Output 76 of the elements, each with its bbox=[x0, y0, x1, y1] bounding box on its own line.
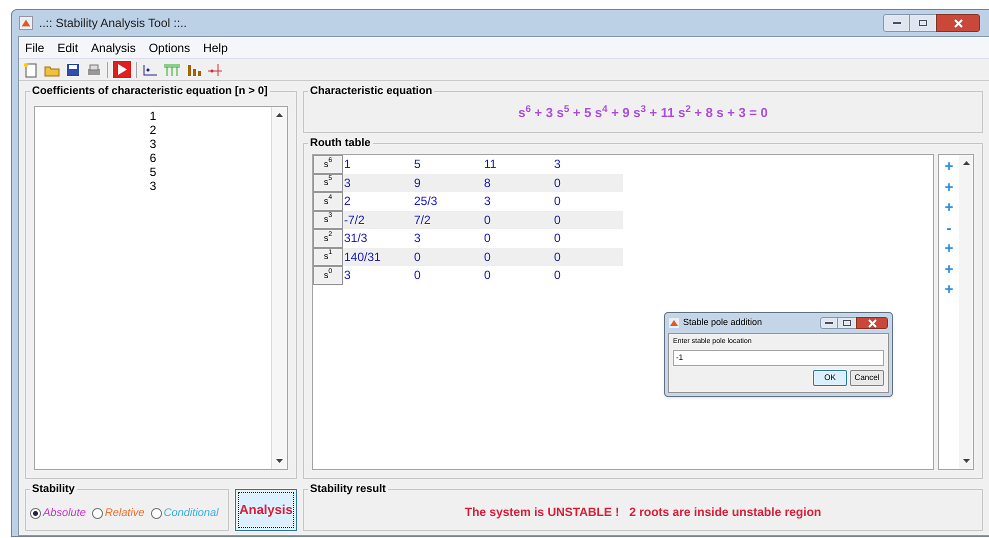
sign-symbol: - bbox=[946, 218, 952, 238]
table-cell: 0 bbox=[483, 248, 553, 266]
close-icon[interactable] bbox=[936, 14, 980, 32]
menu-item[interactable]: Options bbox=[148, 38, 190, 56]
equation-text: s$^{6}$ + 3 s$^{5}$ + 5 s$^{4}$ + 9 s$^{3}$ + 11 s$^{2}$ + 8 s + 3 = 0 bbox=[518, 103, 768, 122]
save-icon[interactable] bbox=[65, 62, 81, 78]
row-header: s$^{6}$ bbox=[313, 155, 343, 174]
plot-icon[interactable] bbox=[142, 62, 158, 76]
coefficient-value: 6 bbox=[150, 151, 156, 165]
coefficient-value: 5 bbox=[150, 165, 156, 179]
coefficient-value: 2 bbox=[150, 123, 156, 137]
radio-option[interactable]: Absolute bbox=[30, 504, 86, 522]
menu-item[interactable]: Edit bbox=[57, 38, 78, 56]
scrollbar[interactable] bbox=[959, 155, 973, 469]
maximize-icon[interactable] bbox=[838, 317, 856, 329]
coefficient-value: 1 bbox=[150, 109, 156, 123]
close-icon[interactable] bbox=[856, 317, 888, 329]
scroll-up-icon[interactable] bbox=[962, 161, 970, 165]
table-cell: 0 bbox=[553, 248, 623, 266]
table-cell: 7/2 bbox=[413, 210, 483, 229]
row-header: s$^{3}$ bbox=[313, 210, 343, 229]
table-cell: 0 bbox=[413, 248, 483, 266]
table-cell: 140/31 bbox=[343, 248, 413, 266]
minimize-icon[interactable] bbox=[883, 14, 910, 32]
panel-title: Coefficients of characteristic equation [n > 0] bbox=[30, 84, 270, 98]
row-header: s$^{0}$ bbox=[313, 266, 343, 284]
scrollbar[interactable] bbox=[271, 107, 287, 469]
menu-item[interactable]: Help bbox=[203, 38, 228, 56]
menu-item[interactable]: File bbox=[25, 38, 44, 56]
scroll-down-icon[interactable] bbox=[962, 459, 970, 463]
dialog-button[interactable]: OK bbox=[813, 370, 847, 386]
scroll-up-icon[interactable] bbox=[276, 113, 283, 117]
radio-button[interactable] bbox=[92, 508, 103, 518]
coefficient-value: 3 bbox=[150, 179, 156, 193]
table-cell: -7/2 bbox=[343, 210, 413, 229]
table-icon[interactable] bbox=[163, 62, 181, 76]
radio-button[interactable] bbox=[150, 508, 162, 518]
app-logo-icon bbox=[669, 318, 679, 328]
app-logo-icon bbox=[19, 16, 33, 30]
dialog-button[interactable]: Cancel bbox=[850, 370, 884, 386]
panel-title: Stability result bbox=[308, 482, 388, 496]
coefficient-value: 3 bbox=[150, 137, 156, 151]
menu-item[interactable]: Analysis bbox=[91, 38, 136, 56]
minimize-icon[interactable] bbox=[820, 317, 838, 329]
maximize-icon[interactable] bbox=[910, 14, 936, 32]
sign-symbol: + bbox=[944, 280, 954, 300]
table-cell: 0 bbox=[553, 210, 623, 229]
pole-input-field[interactable]: -1 bbox=[673, 350, 884, 366]
row-header: s$^{2}$ bbox=[313, 229, 343, 248]
sign-symbol: + bbox=[944, 157, 954, 177]
table-cell: 3 bbox=[343, 174, 413, 192]
panel-title: Stability bbox=[30, 482, 77, 496]
table-cell: 8 bbox=[483, 174, 553, 192]
result-text: The system is UNSTABLE ! 2 roots are inside unstable region bbox=[464, 504, 822, 521]
printer-icon[interactable] bbox=[86, 62, 102, 78]
panel-title: Characteristic equation bbox=[308, 84, 434, 98]
bar-chart-icon[interactable] bbox=[186, 62, 202, 76]
coefficients-list[interactable]: 1 2 3 6 5 3 bbox=[34, 106, 288, 470]
play-icon[interactable] bbox=[113, 61, 131, 78]
row-header: s$^{1}$ bbox=[313, 248, 343, 266]
analysis-button[interactable]: Analysis bbox=[235, 489, 297, 531]
new-file-icon[interactable] bbox=[23, 62, 39, 78]
sign-symbol: + bbox=[944, 260, 954, 280]
table-cell: 0 bbox=[483, 210, 553, 229]
table-cell: 0 bbox=[553, 174, 623, 192]
sign-symbol: + bbox=[944, 198, 954, 218]
sign-symbol: + bbox=[944, 178, 954, 198]
table-cell: 9 bbox=[413, 174, 483, 192]
scroll-down-icon[interactable] bbox=[276, 459, 283, 463]
axis-cross-icon[interactable] bbox=[207, 62, 223, 76]
radio-button[interactable] bbox=[30, 508, 41, 518]
sign-symbol: + bbox=[944, 239, 954, 259]
row-header: s$^{5}$ bbox=[313, 174, 343, 192]
window-title: ..:: Stability Analysis Tool ::.. bbox=[39, 15, 187, 32]
dialog-title: Stable pole addition bbox=[683, 316, 762, 330]
row-header: s$^{4}$ bbox=[313, 192, 343, 210]
